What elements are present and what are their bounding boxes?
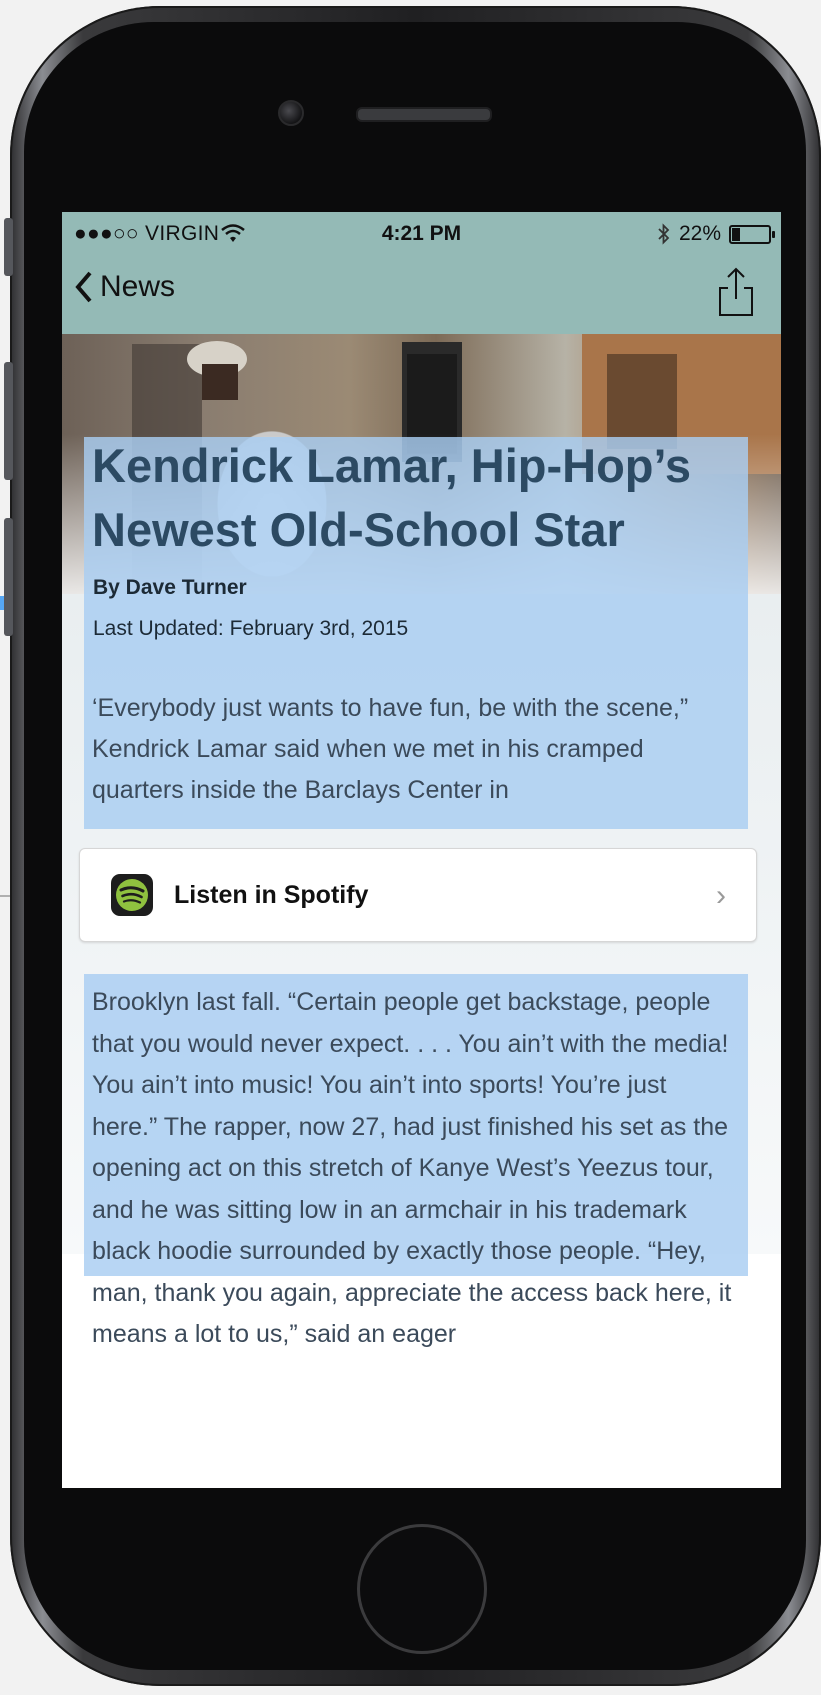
spotify-label: Listen in Spotify <box>174 881 369 909</box>
status-right: 22% <box>657 222 775 246</box>
article-byline: By Dave Turner <box>93 576 247 599</box>
spotify-listen-button[interactable]: Listen in Spotify › <box>79 848 757 942</box>
back-label: News <box>100 270 176 303</box>
device-mockup: ●●●○○ VIRGIN 4:21 PM 22% News Kendrick L… <box>0 0 821 1695</box>
article-paragraph: ‘Everybody just wants to have fun, be wi… <box>92 694 689 804</box>
chevron-left-icon <box>75 271 92 303</box>
back-button[interactable]: News <box>74 270 175 304</box>
camera-icon <box>278 100 304 126</box>
volume-down-button <box>4 518 13 636</box>
article-updated: Last Updated: February 3rd, 2015 <box>93 617 409 640</box>
navigation-bar: ●●●○○ VIRGIN 4:21 PM 22% News <box>62 212 781 334</box>
status-bar: ●●●○○ VIRGIN 4:21 PM 22% <box>62 220 781 248</box>
battery-percent: 22% <box>678 222 721 245</box>
volume-up-button <box>4 362 13 480</box>
article-body-clip: Brooklyn last fall. “Certain people get … <box>84 974 748 1376</box>
mute-switch <box>4 218 13 276</box>
spotify-icon <box>111 874 153 916</box>
chevron-right-icon: › <box>716 879 726 912</box>
home-button[interactable] <box>357 1524 487 1654</box>
bluetooth-icon <box>658 223 670 245</box>
speaker-grille <box>356 107 492 122</box>
battery-icon <box>729 224 775 244</box>
share-icon[interactable] <box>717 266 755 318</box>
battery-fill <box>732 227 741 241</box>
article-title: Kendrick Lamar, Hip-Hop’s Newest Old-Sch… <box>92 439 691 556</box>
article-body-text: Brooklyn last fall. “Certain people get … <box>92 988 732 1348</box>
